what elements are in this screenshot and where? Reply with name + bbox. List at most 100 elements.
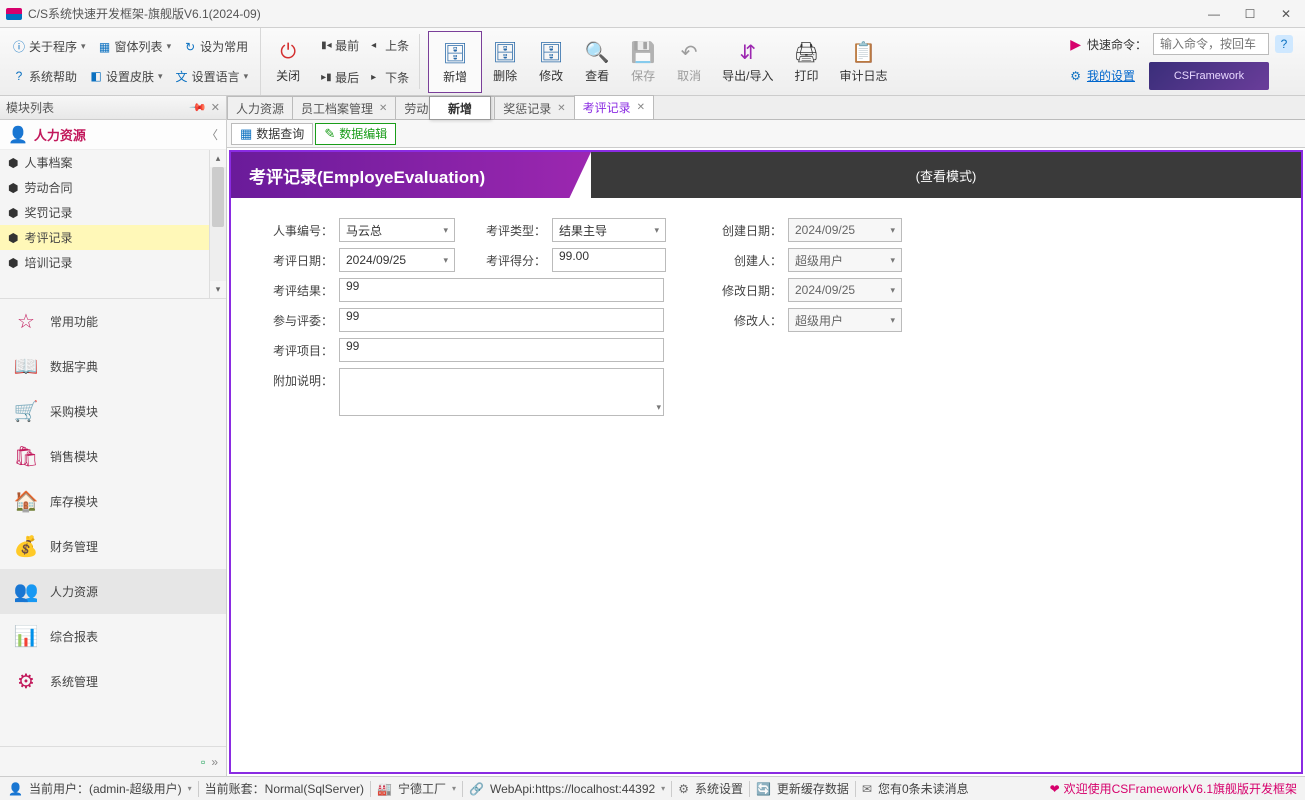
maximize-button[interactable]: ☐ (1243, 7, 1257, 21)
csframework-logo: CSFramework (1149, 62, 1269, 90)
mod-date-field: 2024/09/25▾ (788, 278, 902, 302)
lang-button[interactable]: 文设置语言▾ (171, 66, 253, 87)
modifier-label: 修改人： (700, 308, 782, 329)
tree-scrollbar[interactable]: ▴ ▾ (209, 150, 226, 298)
search-doc-icon: 🔍 (584, 39, 610, 65)
tab-close-icon[interactable]: ✕ (557, 103, 565, 114)
module-icon: 💰 (14, 535, 38, 559)
footer-icon-1[interactable]: ▫ (201, 755, 205, 769)
module-3[interactable]: 🛍销售模块 (0, 434, 226, 479)
close-window-button[interactable]: ✕ (1279, 7, 1293, 21)
io-icon: ⇵ (735, 39, 761, 65)
module-5[interactable]: 💰财务管理 (0, 524, 226, 569)
skin-button[interactable]: ◧设置皮肤▾ (85, 66, 167, 87)
tree-item-1[interactable]: ⬢劳动合同 (0, 175, 209, 200)
subtab-edit[interactable]: ✎数据编辑 (315, 123, 396, 145)
tab-1[interactable]: 员工档案管理✕ (292, 96, 396, 119)
hr-no-field[interactable]: 马云总▾ (339, 218, 455, 242)
module-icon: ⚙ (14, 670, 38, 694)
subtab-query[interactable]: ▦数据查询 (231, 123, 313, 145)
nav-first[interactable]: ▮◂最前 (321, 37, 359, 54)
audit-button[interactable]: 📋审计日志 (829, 30, 897, 94)
nav-next[interactable]: ▸下条 (371, 69, 409, 86)
eval-type-field[interactable]: 结果主导▾ (552, 218, 666, 242)
help-button[interactable]: ?系统帮助 (8, 66, 81, 87)
app-icon (6, 8, 22, 20)
module-2[interactable]: 🛒采购模块 (0, 389, 226, 434)
heart-icon: ❤ (1050, 782, 1060, 796)
first-icon: ▮◂ (321, 40, 331, 51)
about-button[interactable]: ⓘ关于程序▾ (8, 36, 90, 57)
titlebar: C/S系统快速开发框架-旗舰版V6.1(2024-09) — ☐ ✕ (0, 0, 1305, 28)
module-8[interactable]: ⚙系统管理 (0, 659, 226, 704)
print-button[interactable]: 🖨打印 (783, 30, 829, 94)
module-icon: 📊 (14, 625, 38, 649)
module-6[interactable]: 👥人力资源 (0, 569, 226, 614)
eval-date-label: 考评日期： (251, 248, 333, 269)
chevron-left-icon: 〈 (206, 126, 218, 143)
forms-list-button[interactable]: ▦窗体列表▾ (94, 36, 176, 57)
view-mode-label: (查看模式) (591, 152, 1301, 198)
eval-date-field[interactable]: 2024/09/25▾ (339, 248, 455, 272)
import-export-button[interactable]: ⇵导出/导入 (712, 30, 783, 94)
view-button[interactable]: 🔍查看 (574, 30, 620, 94)
quick-cmd-label: 快速命令： (1087, 36, 1147, 53)
tree-caption[interactable]: 👤 人力资源 〈 (0, 120, 226, 150)
tab-4[interactable]: 奖惩记录✕ (494, 96, 574, 119)
refresh-icon: ↻ (183, 40, 197, 54)
module-4[interactable]: 🏠库存模块 (0, 479, 226, 524)
db-minus-icon: 🗄 (492, 39, 518, 65)
module-1[interactable]: 📖数据字典 (0, 344, 226, 389)
delete-button[interactable]: 🗄删除 (482, 30, 528, 94)
sidebar: 模块列表 📌 ✕ 👤 人力资源 〈 ⬢人事档案⬢劳动合同⬢奖罚记录⬢考评记录⬢培… (0, 96, 227, 776)
tab-5[interactable]: 考评记录✕ (574, 95, 654, 119)
status-msg[interactable]: 您有0条未读消息 (878, 780, 969, 797)
grid-icon: ▦ (98, 40, 112, 54)
footer-icon-2[interactable]: » (211, 755, 218, 769)
tab-0[interactable]: 人力资源 (227, 96, 293, 119)
skin-icon: ◧ (89, 69, 103, 83)
tree-item-4[interactable]: ⬢培训记录 (0, 250, 209, 275)
nav-prev[interactable]: ◂上条 (371, 37, 409, 54)
status-sys[interactable]: 系统设置 (695, 780, 743, 797)
gear-icon: ⚙ (1070, 69, 1081, 83)
db-edit-icon: 🗄 (538, 39, 564, 65)
minimize-button[interactable]: — (1207, 7, 1221, 21)
score-field[interactable]: 99.00 (552, 248, 666, 272)
nav-last[interactable]: ▸▮最后 (321, 69, 359, 86)
quick-cmd-input[interactable] (1153, 33, 1269, 55)
my-settings-link[interactable]: 我的设置 (1087, 67, 1135, 84)
modifier-field: 超级用户▾ (788, 308, 902, 332)
edit-button[interactable]: 🗄修改 (528, 30, 574, 94)
tab-close-icon[interactable]: ✕ (637, 102, 645, 113)
sidebar-close-icon[interactable]: ✕ (211, 101, 220, 114)
statusbar: 👤当前用户：(admin-超级用户)▾ 当前账套：Normal(SqlServe… (0, 776, 1305, 800)
pin-icon[interactable]: 📌 (188, 98, 207, 117)
module-0[interactable]: ☆常用功能 (0, 299, 226, 344)
favorite-button[interactable]: ↻设为常用 (179, 36, 252, 57)
created-date-label: 创建日期： (700, 218, 782, 239)
quick-help-icon[interactable]: ? (1275, 35, 1293, 53)
status-account: 当前账套：Normal(SqlServer) (205, 780, 364, 797)
tree-item-0[interactable]: ⬢人事档案 (0, 150, 209, 175)
remark-field[interactable]: ▾ (339, 368, 664, 416)
person-icon: 👤 (8, 125, 28, 145)
last-icon: ▸▮ (321, 72, 331, 83)
scroll-up-icon[interactable]: ▴ (210, 150, 226, 167)
cube-icon: ⬢ (8, 231, 18, 245)
close-button[interactable]: ⏻关闭 (265, 30, 311, 94)
link-icon: 🔗 (469, 782, 484, 796)
add-button[interactable]: 🗄新增 (432, 35, 478, 91)
scroll-thumb[interactable] (212, 167, 224, 227)
gear-icon-2: ⚙ (678, 782, 689, 796)
status-webapi: WebApi:https://localhost:44392 (490, 782, 655, 796)
scroll-down-icon[interactable]: ▾ (210, 281, 226, 298)
status-cache[interactable]: 更新缓存数据 (777, 780, 849, 797)
creator-field: 超级用户▾ (788, 248, 902, 272)
tree-item-2[interactable]: ⬢奖罚记录 (0, 200, 209, 225)
module-7[interactable]: 📊综合报表 (0, 614, 226, 659)
tab-close-icon[interactable]: ✕ (379, 103, 387, 114)
eval-result-label: 考评结果： (251, 278, 333, 299)
mail-icon: ✉ (862, 782, 872, 796)
tree-item-3[interactable]: ⬢考评记录 (0, 225, 209, 250)
